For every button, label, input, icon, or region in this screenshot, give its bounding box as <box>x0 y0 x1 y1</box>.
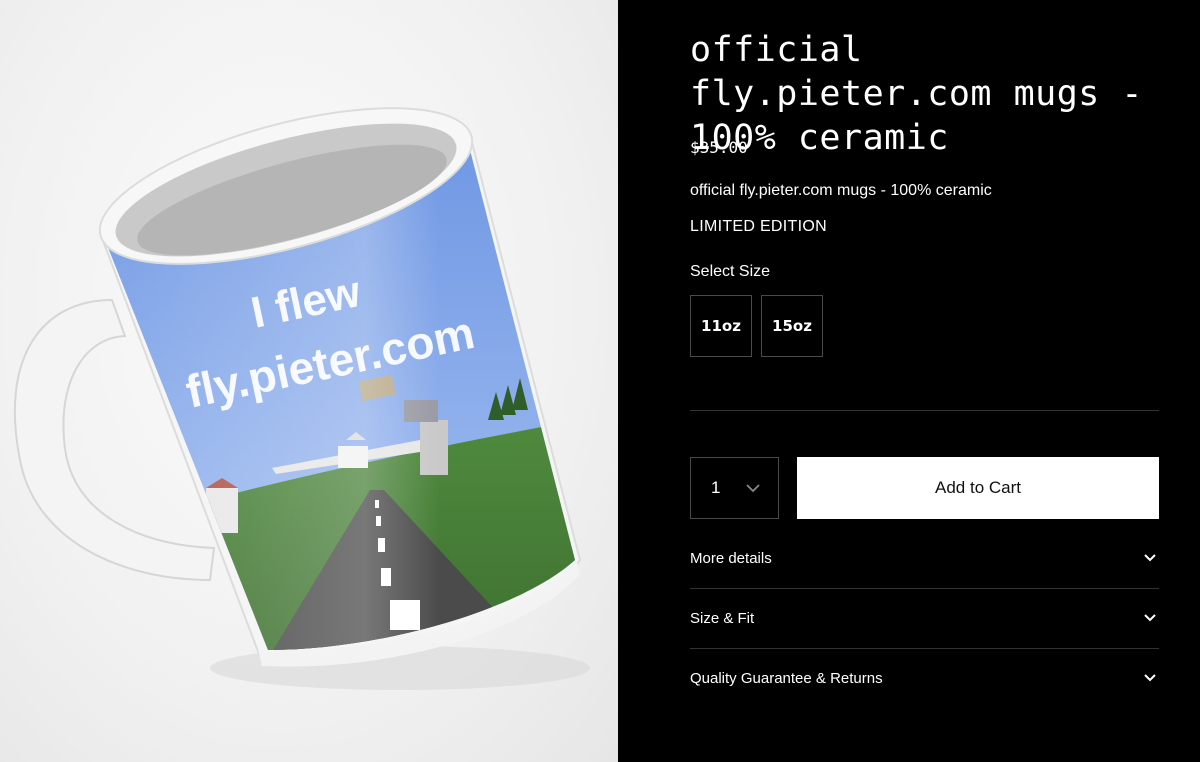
edition-badge: LIMITED EDITION <box>690 218 827 235</box>
size-option-15oz[interactable]: 15oz <box>761 295 823 357</box>
product-image: I flew fly.pieter.com <box>0 0 618 762</box>
accordion-size-fit[interactable]: Size & Fit <box>690 588 1159 648</box>
chevron-down-icon <box>1144 554 1156 562</box>
size-selector-label: Select Size <box>690 263 771 280</box>
mug-illustration: I flew fly.pieter.com <box>13 107 590 690</box>
accordion-label: Size & Fit <box>690 609 755 627</box>
add-to-cart-button[interactable]: Add to Cart <box>797 457 1159 519</box>
chevron-down-icon <box>1144 614 1156 622</box>
accordion-label: More details <box>690 549 772 567</box>
product-price: $35.00 <box>690 138 748 157</box>
accordion-label: Quality Guarantee & Returns <box>690 669 883 687</box>
product-info-panel: official fly.pieter.com mugs - 100% cera… <box>618 0 1200 762</box>
chevron-down-icon <box>1144 674 1156 682</box>
product-description: official fly.pieter.com mugs - 100% cera… <box>690 182 992 199</box>
quantity-value: 1 <box>711 478 721 497</box>
size-option-11oz[interactable]: 11oz <box>690 295 752 357</box>
divider <box>690 410 1159 411</box>
chevron-down-icon <box>746 484 760 493</box>
product-title: official fly.pieter.com mugs - 100% cera… <box>690 30 1144 158</box>
accordion-more-details[interactable]: More details <box>690 528 1159 588</box>
quantity-select[interactable]: 1 <box>690 457 779 519</box>
accordion-quality-returns[interactable]: Quality Guarantee & Returns <box>690 648 1159 708</box>
